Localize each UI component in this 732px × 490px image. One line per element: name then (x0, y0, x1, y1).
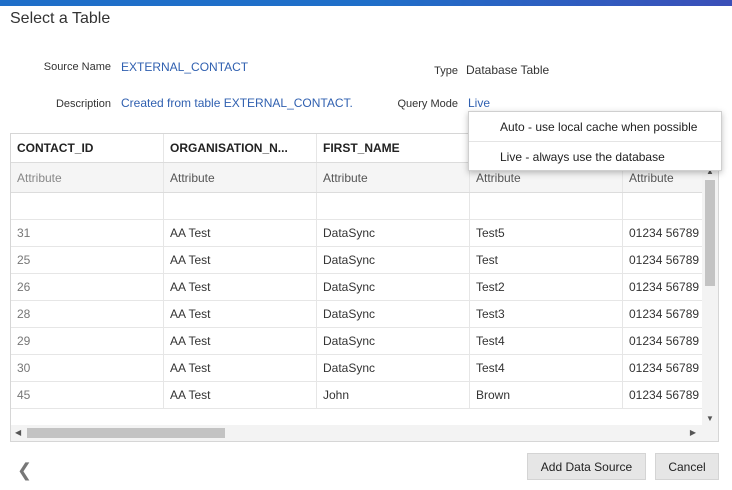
table-row: 30 AA Test DataSync Test4 01234 56789 (11, 355, 718, 382)
table-cell: John (317, 382, 470, 408)
table-row: 28 AA Test DataSync Test3 01234 56789 (11, 301, 718, 328)
table-cell: 45 (11, 382, 164, 408)
table-cell: Brown (470, 382, 623, 408)
query-mode-label: Query Mode (397, 98, 458, 110)
table-cell: 26 (11, 274, 164, 300)
table-cell: DataSync (317, 220, 470, 246)
table-row: 29 AA Test DataSync Test4 01234 56789 (11, 328, 718, 355)
query-mode-option-auto[interactable]: Auto - use local cache when possible (469, 112, 721, 142)
table-cell: 28 (11, 301, 164, 327)
dialog-title: Select a Table (10, 10, 111, 27)
source-name-label: Source Name (43, 61, 111, 73)
query-mode-dropdown: Auto - use local cache when possible Liv… (468, 111, 722, 171)
table-cell: 31 (11, 220, 164, 246)
query-mode-select[interactable]: Live (468, 96, 490, 110)
empty-cell (164, 193, 317, 219)
description-label: Description (55, 98, 111, 110)
table-cell: DataSync (317, 328, 470, 354)
table-cell: AA Test (164, 247, 317, 273)
table-row: 26 AA Test DataSync Test2 01234 56789 (11, 274, 718, 301)
arrow-right-icon[interactable]: ▶ (690, 428, 696, 437)
table-cell: 25 (11, 247, 164, 273)
column-header[interactable]: FIRST_NAME (317, 134, 470, 162)
grid-empty-row (11, 193, 718, 220)
type-value: Database Table (466, 63, 550, 77)
table-row: 45 AA Test John Brown 01234 56789 (11, 382, 718, 409)
horizontal-scrollbar[interactable]: ◀ ▶ (11, 425, 718, 441)
add-data-source-button[interactable]: Add Data Source (527, 453, 646, 480)
column-type[interactable]: Attribute (317, 163, 470, 192)
table-cell: AA Test (164, 274, 317, 300)
empty-cell (11, 193, 164, 219)
table-cell: DataSync (317, 355, 470, 381)
empty-cell (317, 193, 470, 219)
table-cell: Test2 (470, 274, 623, 300)
arrow-down-icon[interactable]: ▼ (706, 414, 714, 423)
empty-cell (470, 193, 623, 219)
table-cell: AA Test (164, 328, 317, 354)
table-cell: AA Test (164, 301, 317, 327)
table-row: 31 AA Test DataSync Test5 01234 56789 (11, 220, 718, 247)
table-cell: DataSync (317, 247, 470, 273)
query-mode-option-live[interactable]: Live - always use the database (469, 142, 721, 172)
table-row: 25 AA Test DataSync Test 01234 56789 (11, 247, 718, 274)
cancel-button[interactable]: Cancel (655, 453, 719, 480)
table-cell: AA Test (164, 220, 317, 246)
description-value: Created from table EXTERNAL_CONTACT. (121, 96, 353, 110)
table-cell: Test (470, 247, 623, 273)
table-cell: Test4 (470, 328, 623, 354)
column-type[interactable]: Attribute (11, 163, 164, 192)
horizontal-scroll-thumb[interactable] (27, 428, 225, 438)
table-cell: DataSync (317, 274, 470, 300)
source-name-value: EXTERNAL_CONTACT (121, 60, 249, 74)
vertical-scroll-thumb[interactable] (705, 180, 715, 286)
table-cell: AA Test (164, 355, 317, 381)
table-cell: Test3 (470, 301, 623, 327)
column-header[interactable]: ORGANISATION_N... (164, 134, 317, 162)
type-label: Type (434, 65, 458, 77)
column-type[interactable]: Attribute (164, 163, 317, 192)
table-cell: 29 (11, 328, 164, 354)
column-header[interactable]: CONTACT_ID (11, 134, 164, 162)
arrow-left-icon[interactable]: ◀ (15, 428, 21, 437)
data-grid: CONTACT_ID ORGANISATION_N... FIRST_NAME … (10, 133, 719, 442)
chevron-left-icon[interactable]: ❮ (17, 460, 32, 481)
vertical-scrollbar[interactable]: ▲ ▼ (702, 164, 718, 426)
table-cell: DataSync (317, 301, 470, 327)
table-cell: Test4 (470, 355, 623, 381)
table-cell: 30 (11, 355, 164, 381)
top-accent-bar (0, 0, 732, 6)
table-cell: AA Test (164, 382, 317, 408)
table-cell: Test5 (470, 220, 623, 246)
